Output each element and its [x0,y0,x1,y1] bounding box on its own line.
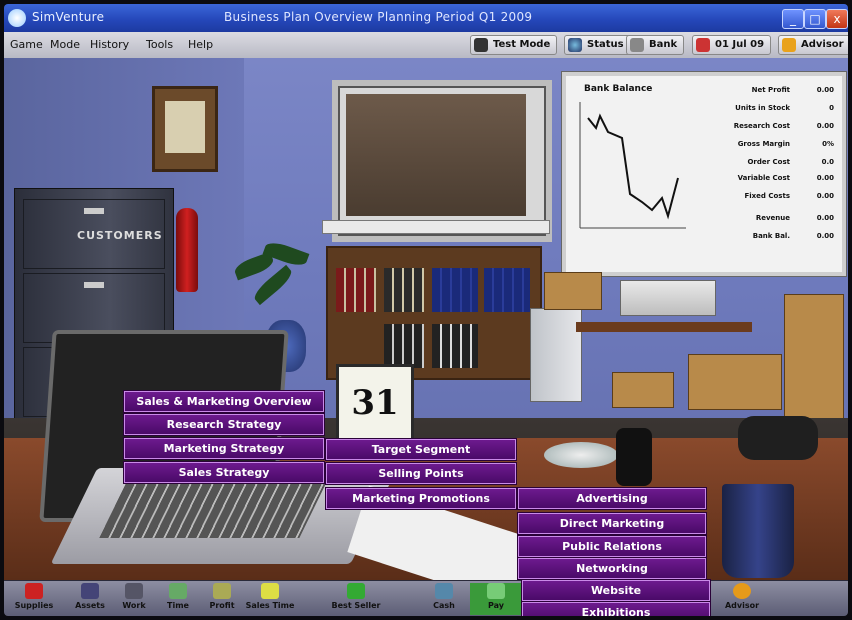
globe-icon [568,38,582,52]
test-mode-button[interactable]: Test Mode [470,35,558,55]
wall-certificate[interactable] [152,86,218,172]
menu-tools[interactable]: Tools [146,38,173,51]
cardboard-box-stack [784,294,844,436]
advisor-icon [782,38,796,52]
bookshelf[interactable] [326,246,542,380]
maximize-button[interactable]: □ [804,9,826,29]
office-scene: CUSTOMERS Bank Balance Net Profit 0.00 Un… [4,58,848,605]
app-window: SimVenture Business Plan Overview Planni… [4,4,848,616]
time-icon [169,583,187,599]
status-pay[interactable]: Pay [470,583,522,615]
bank-label: Bank [649,39,678,50]
menu-direct-marketing[interactable]: Direct Marketing [518,513,706,534]
app-logo-icon [8,9,26,27]
menu-advertising[interactable]: Advertising [518,488,706,509]
calendar-day: 31 [351,383,399,423]
window-sill [322,220,550,234]
close-button[interactable]: x [826,9,848,29]
advisor-face-icon [733,583,751,599]
plant [224,238,314,338]
menu-history[interactable]: History [90,38,129,51]
drawer-handle [84,282,104,288]
menu-exhibitions[interactable]: Exhibitions [522,602,710,616]
profit-icon [213,583,231,599]
cardboard-box [688,354,782,410]
calendar-icon [696,38,710,52]
side-table [576,322,752,332]
coffee-mug [722,484,794,578]
date-button[interactable]: 01 Jul 09 [692,35,772,55]
minimize-button[interactable]: _ [782,9,804,29]
menu-research-strategy[interactable]: Research Strategy [124,414,324,435]
bank-balance-graph [579,102,686,229]
menu-public-relations[interactable]: Public Relations [518,536,706,557]
cabinet-label: CUSTOMERS [77,229,163,242]
bank-button[interactable]: Bank [626,35,685,55]
status-profit[interactable]: Profit [196,583,248,615]
date-label: 01 Jul 09 [715,39,765,50]
fire-extinguisher [176,208,198,292]
drawer-handle [84,208,104,214]
advisor-button[interactable]: Advisor [778,35,848,55]
status-button[interactable]: Status [564,35,631,55]
printer[interactable] [620,280,716,316]
status-best-seller[interactable]: Best Seller [330,583,382,615]
status-sales-time[interactable]: Sales Time [244,583,296,615]
window-subtitle: Business Plan Overview Planning Period Q… [224,10,533,24]
assets-icon [81,583,99,599]
menu-help[interactable]: Help [188,38,213,51]
menu-website[interactable]: Website [522,580,710,601]
cash-icon [435,583,453,599]
status-advisor-face[interactable]: Advisor [716,583,768,615]
sales-icon [261,583,279,599]
computer-tower[interactable] [530,308,582,402]
bank-icon [630,38,644,52]
menu-sales-marketing-overview[interactable]: Sales & Marketing Overview [124,391,324,412]
title-bar: SimVenture Business Plan Overview Planni… [4,4,848,32]
pay-icon [487,583,505,599]
test-mode-label: Test Mode [493,39,551,50]
phone[interactable] [616,428,652,486]
window-title: SimVenture [32,10,105,24]
menu-game[interactable]: Game [10,38,43,51]
menu-marketing-strategy[interactable]: Marketing Strategy [124,438,324,459]
keyboard-keys [99,482,327,538]
cd-disc [544,442,618,468]
work-icon [125,583,143,599]
supplies-icon [25,583,43,599]
clipboard-icon [474,38,488,52]
menu-selling-points[interactable]: Selling Points [326,463,516,484]
tape-dispenser [738,416,818,460]
window-view [346,94,526,216]
cardboard-box [612,372,674,408]
menu-networking[interactable]: Networking [518,558,706,579]
desk-calendar[interactable]: 31 [336,364,414,444]
status-supplies[interactable]: Supplies [8,583,60,615]
whiteboard[interactable]: Bank Balance Net Profit 0.00 Units in Sto… [562,72,846,276]
status-bar: Supplies Assets Work Time Profit Sales T… [4,580,848,616]
menu-sales-strategy[interactable]: Sales Strategy [124,462,324,483]
seller-icon [347,583,365,599]
cardboard-box [544,272,602,310]
menu-target-segment[interactable]: Target Segment [326,439,516,460]
menu-bar: Game Mode History Tools Help Test Mode S… [4,32,848,59]
office-window [332,80,552,242]
menu-marketing-promotions[interactable]: Marketing Promotions [326,488,516,509]
whiteboard-title: Bank Balance [584,84,653,94]
advisor-label: Advisor [801,39,844,50]
menu-mode[interactable]: Mode [50,38,80,51]
status-label: Status [587,39,624,50]
status-cash[interactable]: Cash [418,583,470,615]
